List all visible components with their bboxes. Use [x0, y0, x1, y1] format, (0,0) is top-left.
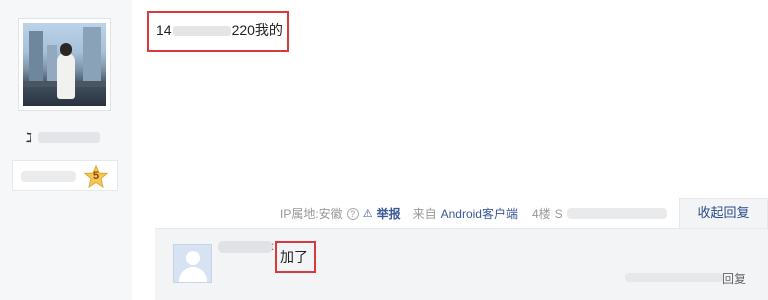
author-username-visible: ℷ	[26, 130, 33, 145]
source-prefix: 来自	[412, 207, 437, 221]
author-username-redacted	[38, 132, 100, 143]
floor-extra: S	[554, 206, 563, 221]
level-star-icon: 5	[83, 164, 109, 189]
reply-separator: :	[271, 239, 275, 253]
reply-avatar[interactable]	[173, 244, 212, 283]
avatar-photo	[23, 23, 106, 106]
ip-location: IP属地:安徽	[280, 207, 343, 221]
reply-username-redacted[interactable]	[218, 241, 273, 253]
help-icon[interactable]: ?	[346, 207, 359, 220]
highlight-box-post	[147, 11, 289, 52]
author-sidebar: ℷ 5	[0, 0, 132, 300]
report-link[interactable]: 举报	[377, 205, 401, 222]
warning-icon: ⚠	[362, 208, 373, 220]
reply-time-redacted	[625, 273, 723, 282]
author-avatar[interactable]	[18, 18, 111, 111]
post-time-redacted	[566, 208, 667, 219]
level-title-redacted	[21, 171, 76, 182]
highlight-box-reply	[275, 241, 316, 273]
author-level-box[interactable]: 5	[12, 160, 118, 191]
floor-number: 4楼	[531, 207, 551, 221]
reply-link[interactable]: 回复	[722, 270, 746, 287]
post-meta: IP属地:安徽 ? ⚠ 举报 来自 Android客户端 4楼 S	[280, 205, 671, 222]
author-username[interactable]: ℷ	[26, 130, 100, 145]
level-number: 5	[92, 170, 100, 182]
reply-section: : 加了 回复	[155, 228, 768, 300]
collapse-replies-button[interactable]: 收起回复	[679, 198, 768, 228]
client-link[interactable]: Android客户端	[441, 205, 518, 222]
